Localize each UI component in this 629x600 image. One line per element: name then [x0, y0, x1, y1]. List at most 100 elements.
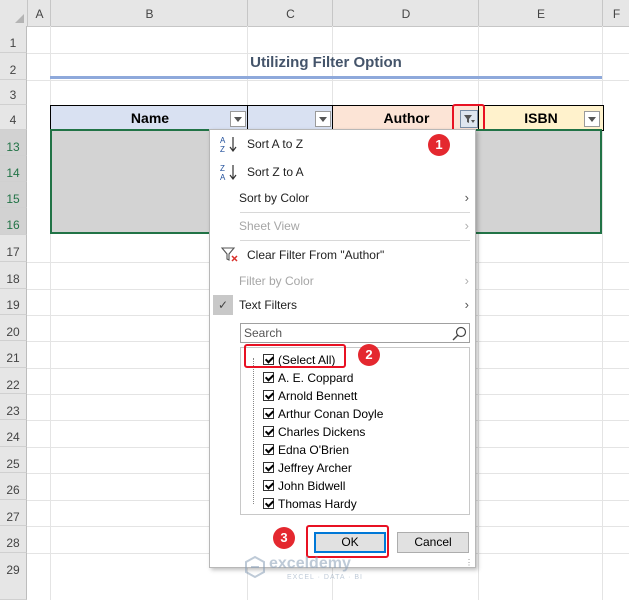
column-header-a[interactable]: A [27, 0, 51, 26]
row-header-18[interactable]: 18 [0, 262, 27, 289]
checkbox[interactable] [263, 390, 274, 401]
menu-sort-az-label: Sort A to Z [247, 137, 304, 151]
header-cell-name[interactable]: Name [50, 105, 250, 131]
header-name-label: Name [130, 110, 170, 126]
menu-sheet-view: Sheet View › [210, 214, 475, 238]
search-placeholder: Search [244, 326, 283, 340]
menu-separator [240, 212, 470, 213]
row-header-24[interactable]: 24 [0, 420, 27, 447]
gridline [27, 80, 629, 81]
menu-sort-za[interactable]: Z A Sort Z to A [210, 160, 475, 184]
checkbox[interactable] [263, 426, 274, 437]
list-item-label: Thomas Hardy [278, 497, 357, 511]
list-item-label: Edna O'Brien [278, 443, 349, 457]
chevron-right-icon: › [464, 190, 469, 205]
filter-dropdown-icon[interactable] [315, 111, 331, 127]
row-header-4[interactable]: 4 [0, 105, 27, 130]
menu-sheet-view-label: Sheet View [239, 219, 300, 233]
menu-text-filters-label: Text Filters [239, 298, 298, 312]
row-header-2[interactable]: 2 [0, 53, 27, 80]
column-header-c[interactable]: C [247, 0, 333, 26]
menu-filter-by-color: Filter by Color › [210, 269, 475, 293]
list-item-label: John Bidwell [278, 479, 346, 493]
svg-text:A: A [220, 136, 226, 145]
step-badge-3: 3 [273, 527, 295, 549]
row-header-23[interactable]: 23 [0, 394, 27, 420]
list-item-label: Charles Dickens [278, 425, 366, 439]
menu-sort-by-color[interactable]: Sort by Color › [210, 186, 475, 210]
row-header-14[interactable]: 14 [0, 156, 27, 182]
chevron-right-icon: › [464, 297, 469, 312]
highlight-box-ok-button [306, 525, 389, 558]
list-item-label: Jeffrey Archer [278, 461, 352, 475]
row-header-15[interactable]: 15 [0, 182, 27, 208]
sheet-title: Utilizing Filter Option [250, 54, 402, 71]
sort-za-icon: Z A [220, 164, 237, 181]
header-cell-c[interactable] [247, 105, 335, 131]
exceldemy-watermark: exceldemy EXCEL · DATA · BI [243, 555, 383, 589]
row-header-20[interactable]: 20 [0, 315, 27, 341]
search-icon [452, 326, 467, 341]
checkbox[interactable] [263, 498, 274, 509]
checkbox[interactable] [263, 444, 274, 455]
row-header-3[interactable]: 3 [0, 80, 27, 105]
filter-dropdown-icon[interactable] [230, 111, 246, 127]
menu-sort-by-color-label: Sort by Color [239, 191, 310, 205]
highlight-box-select-all [244, 344, 346, 368]
svg-text:A: A [220, 173, 226, 181]
row-header-13[interactable]: 13 [0, 130, 27, 156]
row-header-28[interactable]: 28 [0, 526, 27, 553]
watermark-name: exceldemy [269, 555, 351, 572]
column-header-b[interactable]: B [50, 0, 248, 26]
step-badge-2: 2 [358, 344, 380, 366]
exceldemy-logo-icon [245, 555, 265, 579]
row-header-19[interactable]: 19 [0, 289, 27, 315]
highlight-box-filter-button [452, 104, 485, 132]
checkbox[interactable] [263, 462, 274, 473]
column-header-f[interactable]: F [602, 0, 629, 26]
column-header-bar: A B C D E F [0, 0, 629, 27]
tree-line [253, 358, 254, 504]
list-item-label: Arthur Conan Doyle [278, 407, 384, 421]
menu-clear-filter[interactable]: Clear Filter From "Author" [210, 243, 475, 267]
list-item-label: A. E. Coppard [278, 371, 354, 385]
column-header-e[interactable]: E [478, 0, 603, 26]
checkbox[interactable] [263, 480, 274, 491]
checkmark-icon: ✓ [213, 295, 233, 315]
chevron-right-icon: › [464, 218, 469, 233]
clear-filter-icon [220, 247, 238, 262]
header-cell-isbn[interactable]: ISBN [478, 105, 604, 131]
watermark-tagline: EXCEL · DATA · BI [287, 574, 363, 581]
row-header-16[interactable]: 16 [0, 208, 27, 235]
filter-value-list: (Select All) A. E. Coppard Arnold Bennet… [240, 347, 470, 515]
resize-grip-icon[interactable]: ⋮ [465, 559, 473, 567]
checkbox[interactable] [263, 372, 274, 383]
row-header-22[interactable]: 22 [0, 368, 27, 394]
row-header-26[interactable]: 26 [0, 473, 27, 500]
menu-text-filters[interactable]: ✓ Text Filters › [210, 293, 475, 317]
menu-separator [240, 240, 470, 241]
row-header-25[interactable]: 25 [0, 447, 27, 473]
row-header-21[interactable]: 21 [0, 341, 27, 368]
filter-dropdown-icon[interactable] [584, 111, 600, 127]
list-item-label: Arnold Bennett [278, 389, 358, 403]
title-underline [50, 76, 602, 79]
column-header-d[interactable]: D [332, 0, 479, 26]
checkbox[interactable] [263, 408, 274, 419]
menu-clear-filter-label: Clear Filter From "Author" [247, 248, 385, 262]
header-isbn-label: ISBN [524, 110, 558, 126]
row-header-27[interactable]: 27 [0, 500, 27, 526]
row-header-17[interactable]: 17 [0, 235, 27, 262]
cancel-button[interactable]: Cancel [397, 532, 469, 553]
header-author-label: Author [383, 110, 430, 126]
svg-text:Z: Z [220, 145, 225, 153]
menu-filter-by-color-label: Filter by Color [239, 274, 314, 288]
step-badge-1: 1 [428, 134, 450, 156]
row-header-1[interactable]: 1 [0, 26, 27, 53]
search-input[interactable]: Search [240, 323, 470, 343]
select-all-corner[interactable] [0, 0, 28, 26]
chevron-right-icon: › [464, 273, 469, 288]
row-header-29[interactable]: 29 [0, 553, 27, 600]
svg-text:Z: Z [220, 164, 225, 173]
menu-sort-za-label: Sort Z to A [247, 165, 304, 179]
